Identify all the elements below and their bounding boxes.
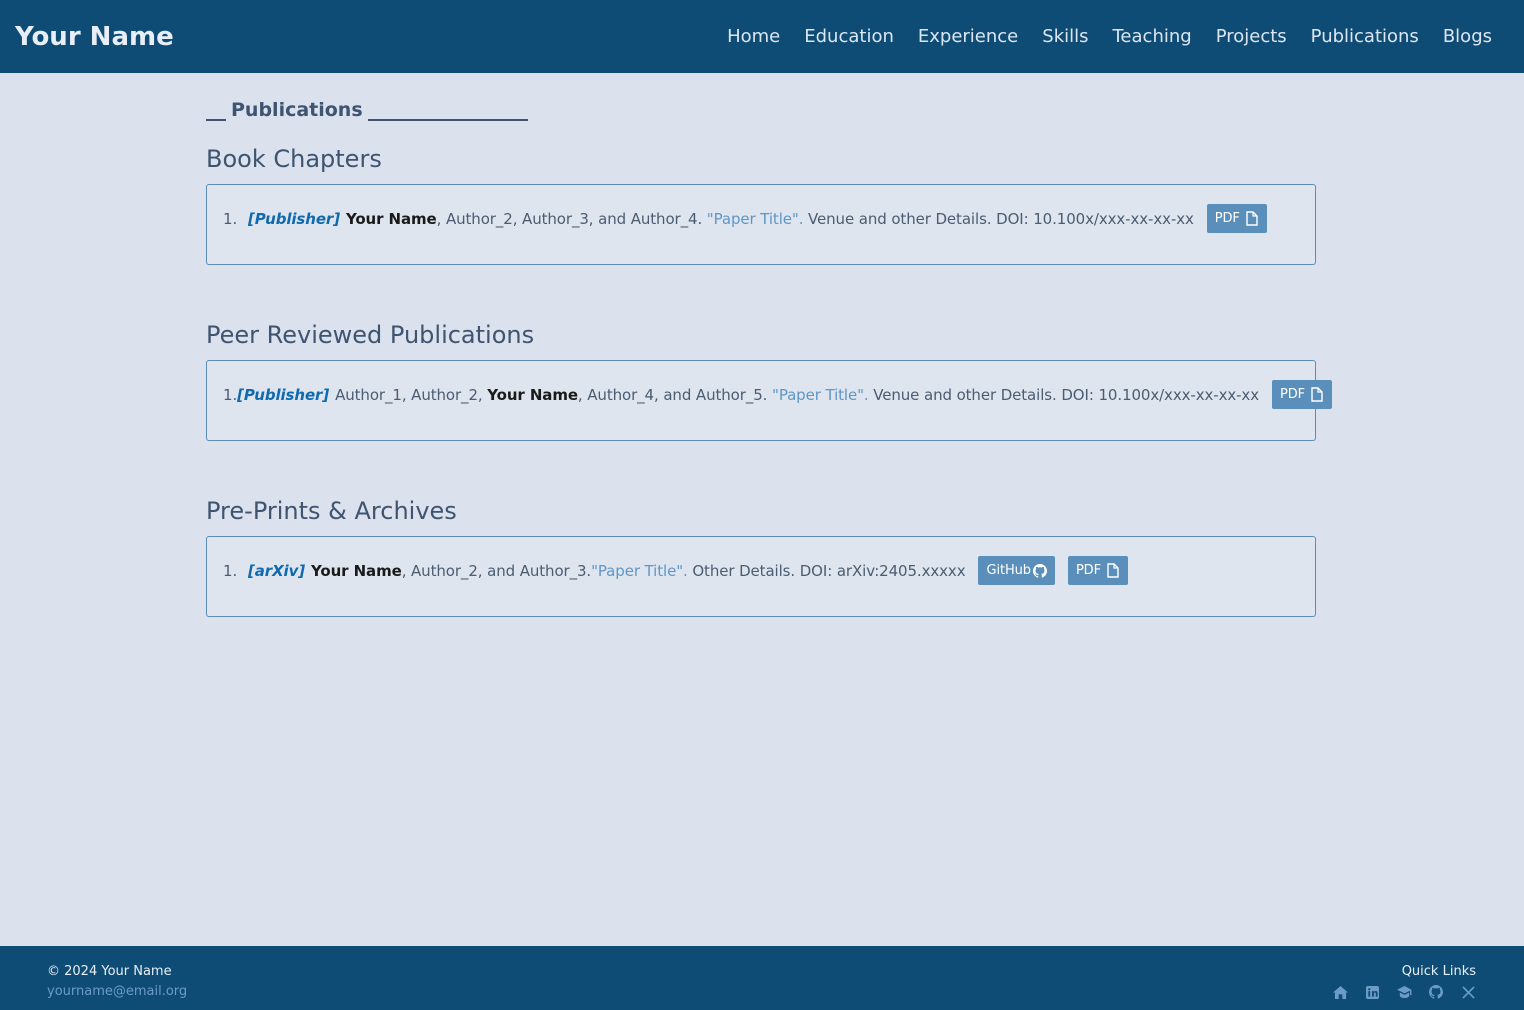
brand-name[interactable]: Your Name xyxy=(15,22,174,52)
publisher-tag: [Publisher] xyxy=(248,209,340,228)
page-footer: © 2024 Your Name yourname@email.org Quic… xyxy=(0,946,1524,1010)
page-title: Publications xyxy=(206,97,1316,121)
paper-details: Venue and other Details. DOI: 10.100x/xx… xyxy=(868,385,1259,404)
page-title-text: Publications xyxy=(231,99,363,121)
email-link[interactable]: yourname@email.org xyxy=(47,984,187,999)
publication-item: 1. [arXiv] Your Name , Author_2, and Aut… xyxy=(223,556,1299,585)
paper-title[interactable]: "Paper Title". xyxy=(707,210,804,228)
main-content: Publications Book Chapters 1. [Publisher… xyxy=(206,73,1333,617)
section-heading-book-chapters: Book Chapters xyxy=(206,145,382,173)
github-button-label: GitHub xyxy=(986,563,1031,578)
publication-card: 1. [arXiv] Your Name , Author_2, and Aut… xyxy=(206,536,1316,617)
authors-post: , Author_2, Author_3, and Author_4. xyxy=(436,209,707,228)
publication-card: 1. [Publisher] Author_1, Author_2, Your … xyxy=(206,360,1333,441)
publication-card: 1. [Publisher] Your Name , Author_2, Aut… xyxy=(206,184,1316,265)
item-number: 1. xyxy=(223,385,238,404)
section-heading-peer-reviewed: Peer Reviewed Publications xyxy=(206,321,535,349)
publisher-tag: [arXiv] xyxy=(248,561,306,580)
nav-publications[interactable]: Publications xyxy=(1311,26,1419,47)
top-navbar: Your Name Home Education Experience Skil… xyxy=(0,0,1524,73)
section-heading-preprints: Pre-Prints & Archives xyxy=(206,497,457,525)
pdf-file-icon xyxy=(1311,387,1323,402)
pdf-file-icon xyxy=(1246,211,1258,226)
authors-pre: Author_1, Author_2, xyxy=(335,385,488,404)
x-icon[interactable] xyxy=(1460,984,1476,1000)
pdf-button[interactable]: PDF xyxy=(1272,380,1333,409)
quick-links-icons xyxy=(1332,984,1476,1000)
pdf-button[interactable]: PDF xyxy=(1206,204,1267,233)
nav-blogs[interactable]: Blogs xyxy=(1443,26,1492,47)
home-icon[interactable] xyxy=(1332,984,1348,1000)
quick-links-label: Quick Links xyxy=(1401,964,1476,979)
paper-title[interactable]: "Paper Title". xyxy=(772,386,869,404)
paper-title[interactable]: "Paper Title". xyxy=(591,562,688,580)
publication-item: 1. [Publisher] Your Name , Author_2, Aut… xyxy=(223,204,1299,233)
graduation-cap-icon[interactable] xyxy=(1396,984,1412,1000)
nav-links: Home Education Experience Skills Teachin… xyxy=(703,26,1492,47)
pdf-button-label: PDF xyxy=(1214,211,1240,226)
author-self: Your Name xyxy=(311,561,402,580)
nav-teaching[interactable]: Teaching xyxy=(1113,26,1192,47)
title-rule-right xyxy=(367,103,528,121)
nav-home[interactable]: Home xyxy=(727,26,780,47)
pdf-file-icon xyxy=(1107,563,1119,578)
github-icon[interactable] xyxy=(1428,984,1444,1000)
author-self: Your Name xyxy=(487,385,578,404)
linkedin-icon[interactable] xyxy=(1364,984,1380,1000)
paper-details: Other Details. DOI: arXiv:2405.xxxxx xyxy=(687,561,966,580)
github-button[interactable]: GitHub xyxy=(978,556,1055,585)
item-number: 1. xyxy=(223,209,238,228)
publisher-tag: [Publisher] xyxy=(237,385,330,404)
nav-experience[interactable]: Experience xyxy=(918,26,1018,47)
author-self: Your Name xyxy=(345,209,437,228)
github-icon xyxy=(1032,563,1047,578)
nav-projects[interactable]: Projects xyxy=(1216,26,1287,47)
nav-skills[interactable]: Skills xyxy=(1042,26,1088,47)
pdf-button[interactable]: PDF xyxy=(1067,556,1128,585)
title-rule-left xyxy=(206,103,226,121)
item-number: 1. xyxy=(223,561,238,580)
authors-post: , Author_2, and Author_3. xyxy=(401,561,592,580)
paper-details: Venue and other Details. DOI: 10.100x/xx… xyxy=(803,209,1194,228)
nav-education[interactable]: Education xyxy=(804,26,894,47)
pdf-button-label: PDF xyxy=(1280,387,1306,402)
authors-post: , Author_4, and Author_5. xyxy=(577,385,773,404)
copyright-text: © 2024 Your Name xyxy=(47,964,172,979)
publication-item: 1. [Publisher] Author_1, Author_2, Your … xyxy=(223,380,1333,409)
pdf-button-label: PDF xyxy=(1075,563,1101,578)
